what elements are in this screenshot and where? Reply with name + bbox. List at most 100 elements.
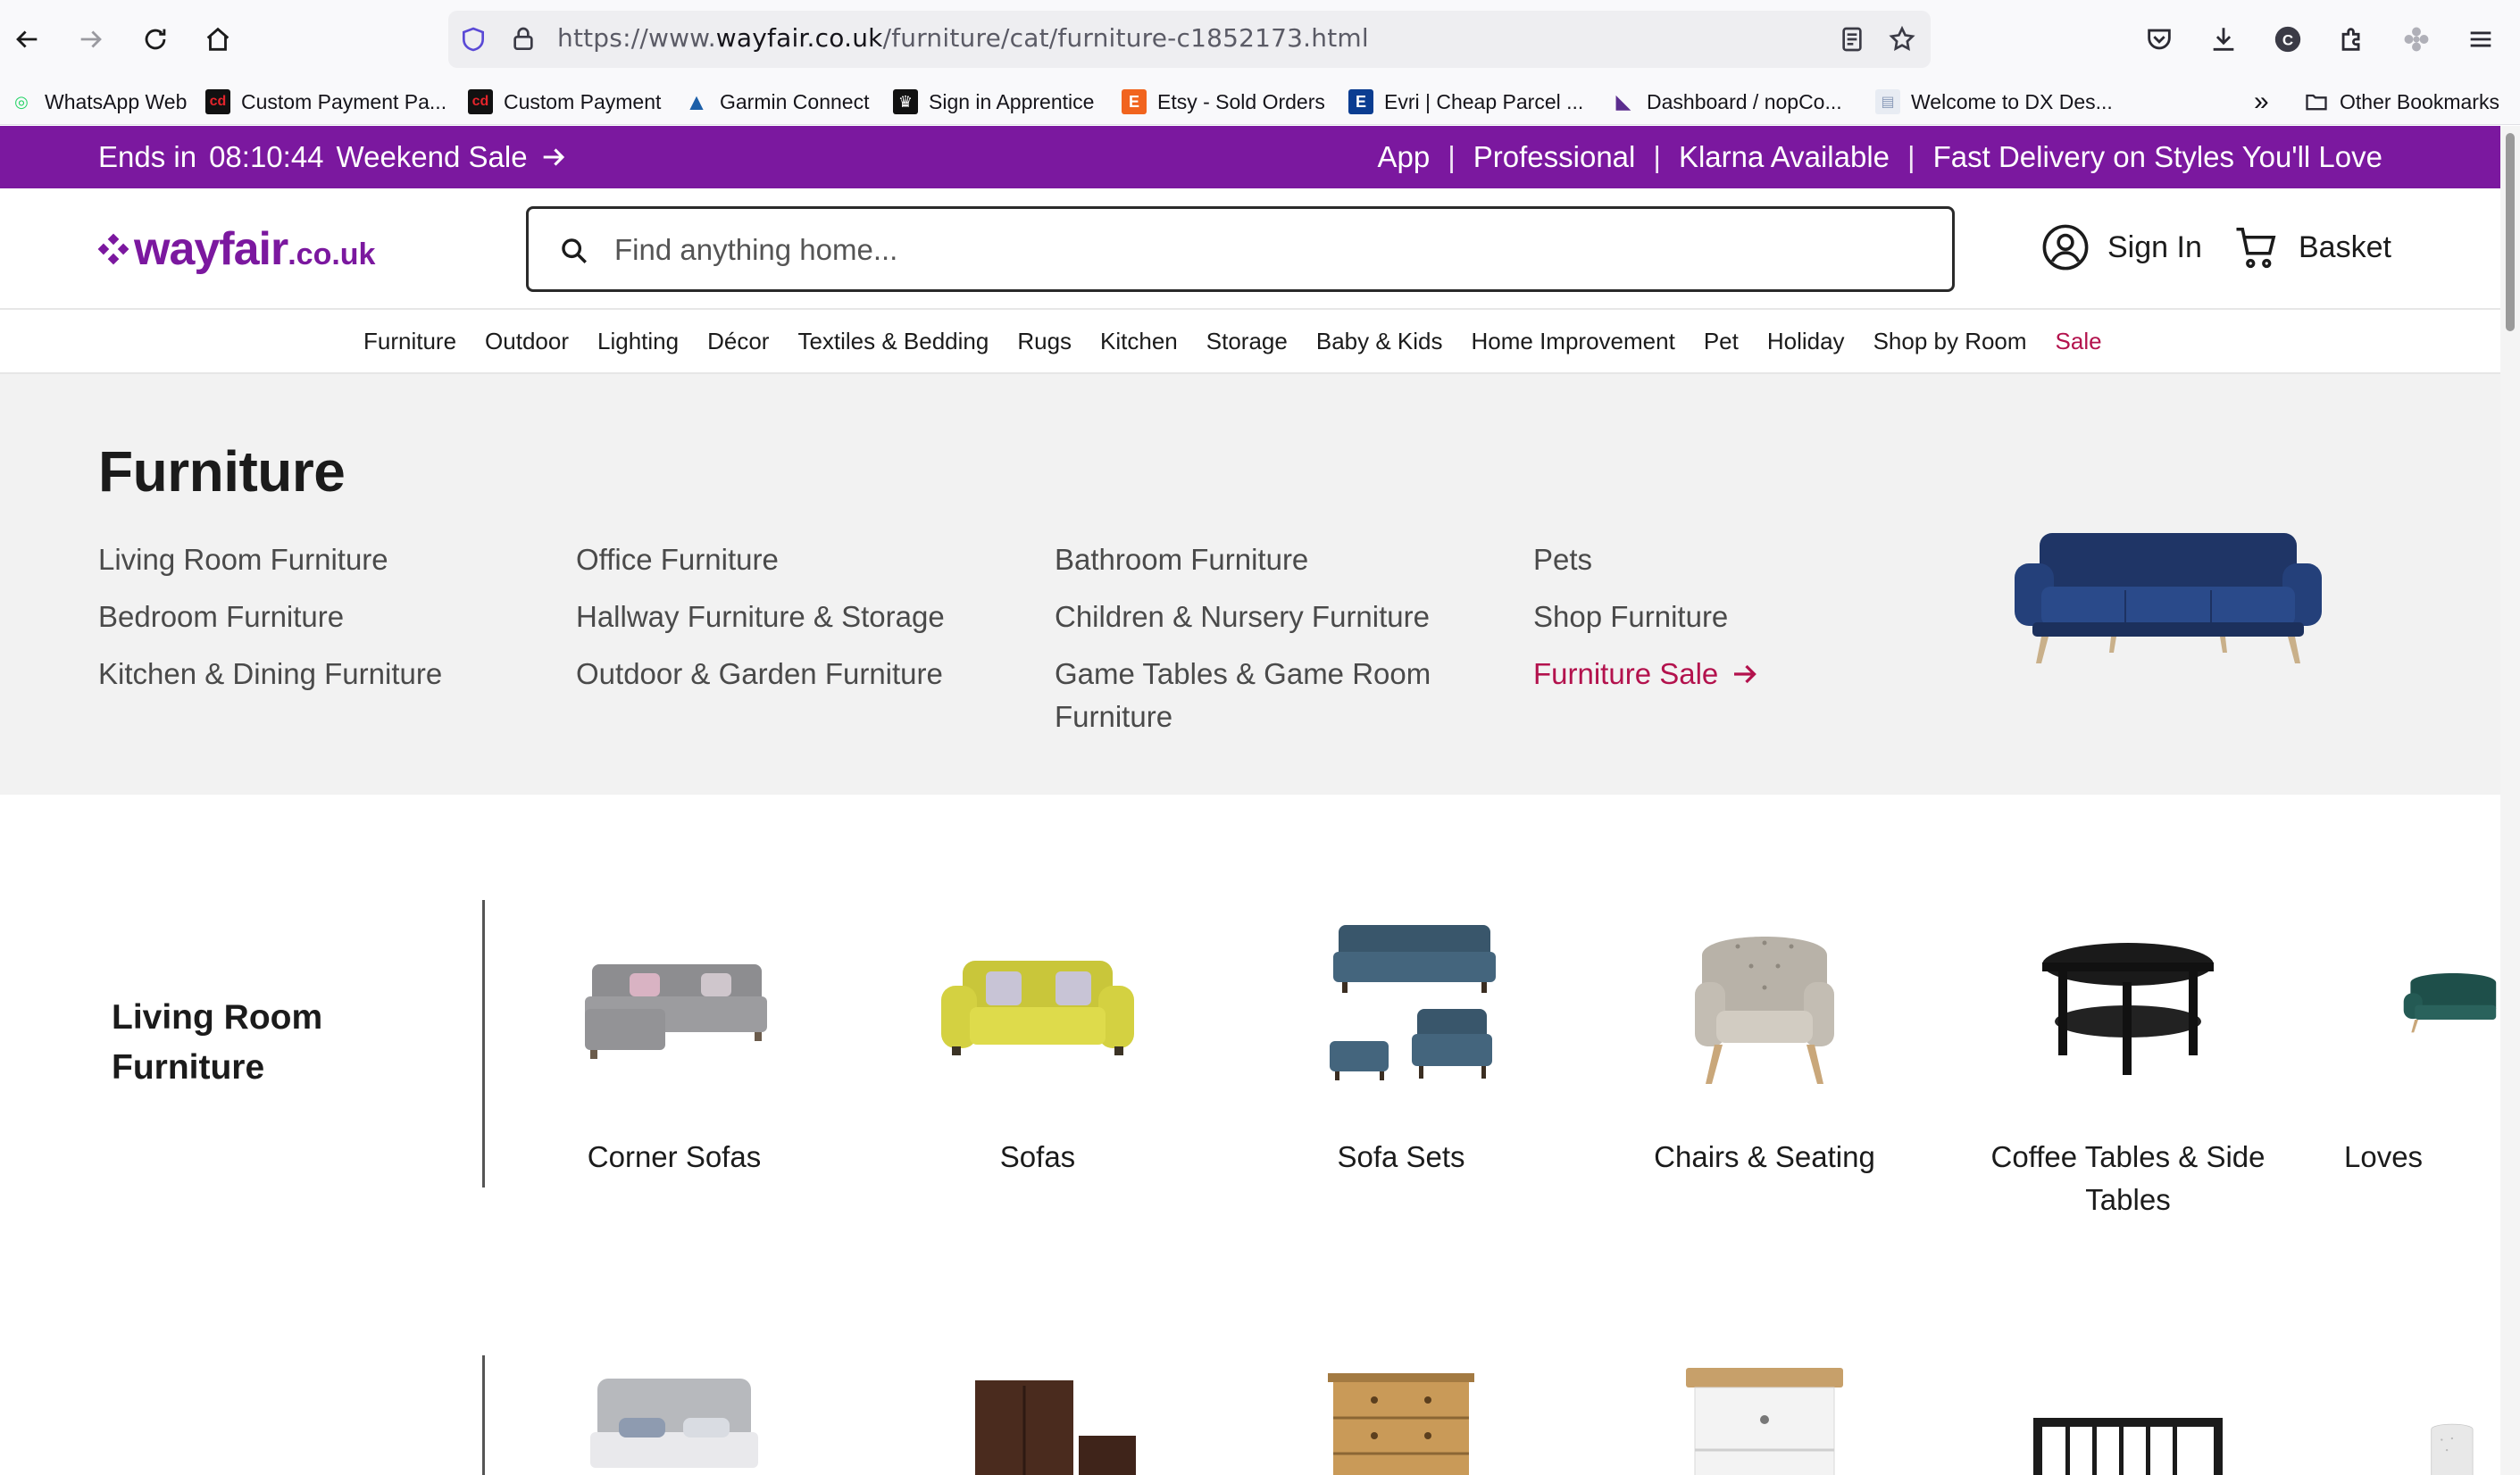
bedside-table-image [1686,1368,1843,1475]
chest-of-drawers-image [1328,1373,1474,1475]
extensions-puzzle-icon[interactable] [2332,20,2372,59]
url-text[interactable]: https://www.wayfair.co.uk/furniture/cat/… [557,23,1369,53]
basket-button[interactable]: Basket [2232,221,2391,274]
more-bookmarks-chevron-icon[interactable]: » [2254,87,2269,116]
section-title-living-room: Living Room Furniture [112,998,323,1087]
green-loveseat-image [2403,973,2497,1033]
bookmark-star-icon[interactable] [1886,23,1918,55]
nav-item-home-improvement[interactable]: Home Improvement [1472,328,1675,355]
nav-item-holiday[interactable]: Holiday [1767,328,1845,355]
divider: | [1907,140,1915,173]
hamburger-menu-icon[interactable] [2461,20,2500,59]
other-bookmarks[interactable]: Other Bookmarks [2304,88,2499,116]
bookmark-label: Custom Payment Pa... [241,89,447,113]
link-hallway-furniture-storage[interactable]: Hallway Furniture & Storage [576,596,945,638]
back-icon[interactable] [4,16,50,62]
pocket-icon[interactable] [2140,20,2179,59]
home-icon[interactable] [195,16,241,62]
tile-chest-of-drawers-partial[interactable] [1254,1364,1548,1475]
tile-corner-sofas[interactable]: Corner Sofas [527,902,822,1179]
bookmark-evri[interactable]: E Evri | Cheap Parcel ... [1348,88,1583,116]
search-box[interactable] [526,206,1955,292]
profile-avatar-icon[interactable]: C [2268,20,2307,59]
tile-chaise-partial[interactable] [2344,1364,2500,1475]
nav-item-storage[interactable]: Storage [1206,328,1288,355]
tile-coffee-tables[interactable]: Coffee Tables & Side Tables [1981,902,2275,1221]
tile-beds-partial[interactable] [527,1364,822,1475]
nav-item-outdoor[interactable]: Outdoor [485,328,569,355]
round-coffee-table-image [2042,943,2214,1075]
bookmarks-bar: ◎ WhatsApp Web cd Custom Payment Pa... c… [0,79,2520,125]
bookmark-sign-in-apprentice[interactable]: ♛ Sign in Apprentice [893,88,1094,116]
nav-item-pet[interactable]: Pet [1704,328,1739,355]
bookmark-whatsapp[interactable]: ◎ WhatsApp Web [9,88,187,116]
url-bar[interactable]: https://www.wayfair.co.uk/furniture/cat/… [448,11,1931,68]
nav-item-lighting[interactable]: Lighting [597,328,679,355]
link-game-tables-game-room-furniture[interactable]: Game Tables & Game Room Furniture [1055,653,1465,738]
nav-item-shop-by-room[interactable]: Shop by Room [1873,328,2027,355]
bookmark-nopcommerce-dashboard[interactable]: ◣ Dashboard / nopCo... [1611,88,1842,116]
search-input[interactable] [614,225,1918,275]
tile-label: Sofas [999,1140,1076,1173]
tile-chairs-seating[interactable]: Chairs & Seating [1617,902,1912,1179]
bookmark-label: Evri | Cheap Parcel ... [1384,89,1584,113]
link-living-room-furniture[interactable]: Living Room Furniture [98,538,442,581]
forward-icon[interactable] [68,16,114,62]
nav-item-sale[interactable]: Sale [2056,328,2102,355]
bookmark-label: Garmin Connect [720,89,870,113]
divider: | [1653,140,1661,173]
fast-delivery-link[interactable]: Fast Delivery on Styles You'll Love [1933,140,2382,174]
link-pets[interactable]: Pets [1533,538,1761,581]
site-header: wayfair .co.uk Sign In Basket [0,188,2500,310]
extension-flower-icon[interactable] [2397,20,2436,59]
category-nav: Furniture Outdoor Lighting Décor Textile… [0,310,2500,374]
bookmark-etsy-sold-orders[interactable]: E Etsy - Sold Orders [1122,88,1325,116]
sign-in-button[interactable]: Sign In [2041,221,2202,274]
search-icon[interactable] [559,236,589,266]
hero-column-2: Office Furniture Hallway Furniture & Sto… [576,538,945,710]
nav-item-textiles-bedding[interactable]: Textiles & Bedding [797,328,989,355]
link-office-furniture[interactable]: Office Furniture [576,538,945,581]
link-bathroom-furniture[interactable]: Bathroom Furniture [1055,538,1465,581]
tile-bedside-tables-partial[interactable] [1617,1364,1912,1475]
reload-icon[interactable] [132,16,179,62]
furniture-hero: Furniture Living Room Furniture Bedroom … [0,374,2500,795]
tile-label: Corner Sofas [587,1140,762,1173]
bookmark-custom-payment-page[interactable]: cd Custom Payment Pa... [205,88,446,116]
nav-item-rugs[interactable]: Rugs [1017,328,1072,355]
link-shop-furniture[interactable]: Shop Furniture [1533,596,1761,638]
bookmark-dx-despatch[interactable]: ▤ Welcome to DX Des... [1875,88,2113,116]
link-children-nursery-furniture[interactable]: Children & Nursery Furniture [1055,596,1465,638]
scrollbar-thumb[interactable] [2506,133,2515,331]
furniture-sale-label: Furniture Sale [1533,657,1719,690]
promo-links: App | Professional | Klarna Available | … [1377,140,2382,174]
wardrobe-image [975,1380,1136,1475]
page-scrollbar[interactable] [2500,126,2520,1475]
nav-item-baby-kids[interactable]: Baby & Kids [1316,328,1443,355]
nopcommerce-icon: ◣ [1615,90,1631,112]
link-furniture-sale[interactable]: Furniture Sale [1533,653,1761,696]
tile-sofas[interactable]: Sofas [890,902,1185,1179]
tile-day-beds-partial[interactable] [1981,1364,2275,1475]
download-icon[interactable] [2204,20,2243,59]
bookmark-garmin-connect[interactable]: ▲ Garmin Connect [684,88,869,116]
tile-loveseats[interactable]: Loves [2344,902,2500,1179]
app-link[interactable]: App [1377,140,1430,174]
klarna-link[interactable]: Klarna Available [1679,140,1890,174]
tile-wardrobes-partial[interactable] [890,1364,1185,1475]
link-outdoor-garden-furniture[interactable]: Outdoor & Garden Furniture [576,653,945,696]
reader-view-icon[interactable] [1836,23,1868,55]
nav-item-decor[interactable]: Décor [707,328,769,355]
bookmark-label: Custom Payment [504,89,662,113]
link-bedroom-furniture[interactable]: Bedroom Furniture [98,596,442,638]
wayfair-logo[interactable]: wayfair .co.uk [96,222,375,276]
lock-icon[interactable] [507,23,539,55]
nav-item-kitchen[interactable]: Kitchen [1100,328,1178,355]
link-kitchen-dining-furniture[interactable]: Kitchen & Dining Furniture [98,653,442,696]
nav-item-furniture[interactable]: Furniture [363,328,456,355]
shield-icon[interactable] [457,23,489,55]
bookmark-custom-payment[interactable]: cd Custom Payment [468,88,661,116]
professional-link[interactable]: Professional [1473,140,1636,174]
tile-sofa-sets[interactable]: Sofa Sets [1254,902,1548,1179]
weekend-sale-banner[interactable]: Ends in 08:10:44 Weekend Sale [98,140,569,174]
